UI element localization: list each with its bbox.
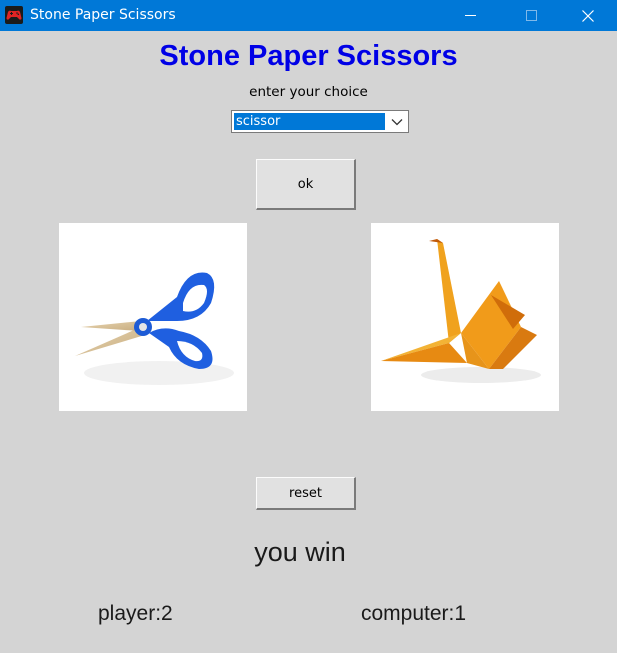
gamepad-icon (5, 6, 23, 24)
page-title: Stone Paper Scissors (159, 40, 458, 72)
minimize-icon (464, 15, 476, 16)
computer-choice-image (371, 223, 559, 411)
player-score: player:2 (98, 602, 173, 625)
choice-select-value: scissor (234, 113, 385, 130)
chevron-down-icon[interactable] (387, 113, 406, 130)
computer-score: computer:1 (361, 602, 467, 625)
window-title: Stone Paper Scissors (30, 7, 176, 23)
close-icon (582, 9, 594, 22)
scissors-image (75, 272, 234, 385)
paper-crane-image (381, 239, 541, 383)
player-choice-image (59, 223, 247, 411)
choice-select[interactable]: scissor (231, 110, 409, 133)
result-text: you win (254, 537, 346, 567)
choice-prompt-label: enter your choice (249, 84, 368, 100)
close-button[interactable] (565, 0, 611, 31)
reset-button[interactable]: reset (256, 477, 356, 510)
window-titlebar[interactable]: Stone Paper Scissors (0, 0, 617, 31)
ok-button[interactable]: ok (256, 159, 356, 210)
maximize-icon (525, 10, 537, 21)
minimize-button[interactable] (447, 0, 493, 31)
maximize-button[interactable] (508, 0, 554, 31)
